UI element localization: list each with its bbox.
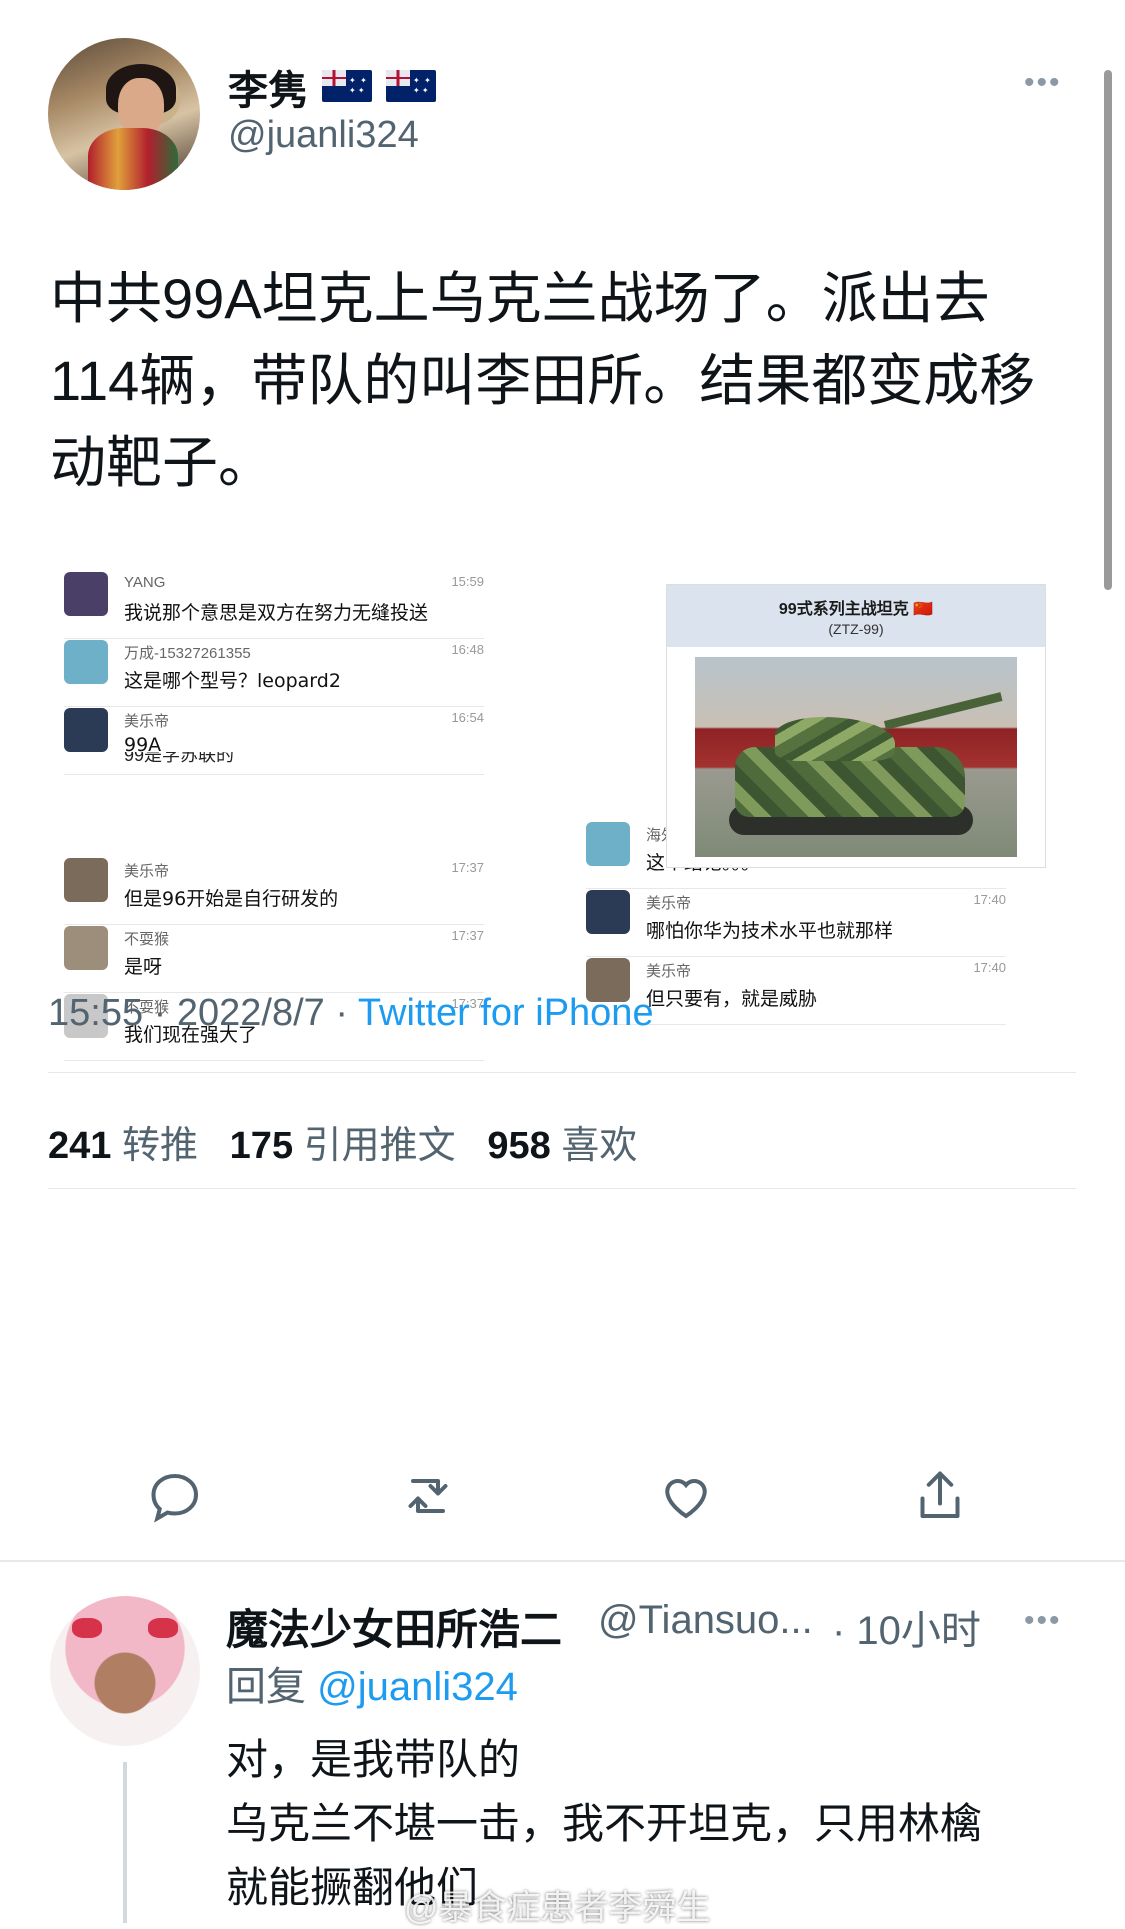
australia-flag-icon	[386, 70, 436, 102]
chat-message-text: 这是哪个型号？leopard2	[124, 670, 341, 692]
chat-avatar-icon	[586, 890, 630, 934]
reply-prefix: 回复	[226, 1665, 306, 1709]
chat-avatar-icon	[64, 640, 108, 684]
chat-avatar-icon	[64, 708, 108, 752]
chat-avatar-icon	[64, 926, 108, 970]
thread-line	[123, 1762, 127, 1923]
avatar-bow	[148, 1618, 178, 1638]
chat-sender-name: 不耍猴	[124, 931, 170, 948]
reply-author-name[interactable]: 魔法少女田所浩二	[226, 1596, 562, 1657]
like-icon[interactable]	[656, 1466, 716, 1526]
engagement-stats: 241 转推 175 引用推文 958 喜欢	[48, 1114, 637, 1169]
tank-photo	[695, 657, 1017, 857]
chat-message-time: 17:37	[451, 928, 484, 943]
tweet-source-link[interactable]: Twitter for iPhone	[358, 992, 654, 1034]
divider	[48, 1188, 1076, 1189]
chat-message-text: 哪怕你华为技术水平也就那样	[646, 920, 894, 942]
section-separator	[0, 1560, 1125, 1562]
likes-label: 喜欢	[561, 1125, 638, 1167]
chat-sender-name: YANG	[124, 574, 166, 591]
more-options-icon[interactable]: •••	[1024, 66, 1062, 100]
tweet-text: 中共99A坦克上乌克兰战场了。派出去114辆，带队的叫李田所。结果都变成移动靶子…	[50, 267, 1036, 494]
tank-card-title: 99式系列主战坦克 🇨🇳	[778, 601, 934, 618]
reply-line: 对，是我带队的	[226, 1736, 521, 1783]
tweet-time: 15:55	[48, 992, 144, 1034]
chat-avatar-icon	[64, 858, 108, 902]
chat-message-text: 我说那个意思是双方在努力无缝投送	[124, 602, 429, 624]
chat-message-time: 15:59	[451, 574, 484, 589]
chat-sender-name: 美乐帝	[646, 895, 692, 912]
meta-separator: ·	[153, 992, 177, 1034]
tank-card-subtitle: (ZTZ-99)	[828, 621, 884, 637]
reply-author-handle[interactable]: @Tiansuo...	[598, 1598, 813, 1643]
quotes-label: 引用推文	[303, 1125, 456, 1167]
chat-message-text: 是呀	[124, 956, 163, 978]
likes-stat[interactable]: 958 喜欢	[487, 1125, 637, 1167]
chat-sender-name: 美乐帝	[124, 863, 170, 880]
chat-message-text: 但是96开始是自行研发的	[124, 888, 339, 910]
retweet-icon[interactable]	[398, 1466, 458, 1526]
chat-message-time: 17:37	[451, 860, 484, 875]
chat-message-time: 16:48	[451, 642, 484, 657]
chat-partial-message: 99是学苏联的	[124, 752, 235, 764]
avatar-scarf	[88, 128, 178, 190]
retweets-label: 转推	[121, 1125, 198, 1167]
tank-info-card: 99式系列主战坦克 🇨🇳 (ZTZ-99)	[666, 584, 1046, 868]
chat-avatar-icon	[64, 572, 108, 616]
replying-to: 回复 @juanli324	[226, 1654, 518, 1712]
reply-author-avatar[interactable]	[50, 1596, 200, 1746]
chat-sender-name: 万成-15327261355	[124, 645, 251, 662]
avatar-bow	[72, 1618, 102, 1638]
reply-more-options-icon[interactable]: •••	[1024, 1604, 1062, 1638]
tank-gun	[883, 692, 1003, 730]
author-avatar[interactable]	[48, 38, 200, 190]
chat-message-time: 17:40	[973, 960, 1006, 975]
reply-time: · 10小时	[832, 1609, 981, 1653]
quotes-stat[interactable]: 175 引用推文	[230, 1125, 456, 1167]
author-handle[interactable]: @juanli324	[228, 114, 419, 157]
tweet-media-image[interactable]: YANG 15:59 我说那个意思是双方在努力无缝投送万成-15327261355 1…	[46, 556, 1066, 1156]
likes-count: 958	[487, 1125, 551, 1167]
reply-to-handle-link[interactable]: @juanli324	[317, 1665, 518, 1709]
chat-sender-name: 美乐帝	[646, 963, 692, 980]
retweets-stat[interactable]: 241 转推	[48, 1125, 198, 1167]
tank-turret	[775, 717, 895, 761]
tweet-date: 2022/8/7	[176, 992, 325, 1034]
retweets-count: 241	[48, 1125, 112, 1167]
quotes-count: 175	[229, 1125, 294, 1167]
meta-separator: ·	[335, 992, 358, 1034]
chat-sender-name: 美乐帝	[124, 713, 170, 730]
tank-card-header: 99式系列主战坦克 🇨🇳 (ZTZ-99)	[667, 585, 1045, 647]
tweet-timestamp-line: 15:55 · 2022/8/7 · Twitter for iPhone	[48, 992, 654, 1035]
reply-icon[interactable]	[146, 1466, 206, 1526]
author-display-name[interactable]: 李隽	[228, 58, 308, 116]
chat-message-time: 17:40	[973, 892, 1006, 907]
chat-message-time: 16:54	[451, 710, 484, 725]
reply-line: 乌克兰不堪一击，我不开坦克，只用林檎	[226, 1800, 983, 1847]
chat-avatar-icon	[586, 822, 630, 866]
scrollbar[interactable]	[1104, 70, 1112, 590]
australia-flag-icon	[322, 70, 372, 102]
chat-message-text: 但只要有，就是威胁	[646, 988, 818, 1010]
watermark: @暴食症患者李舜生	[404, 1889, 711, 1927]
share-icon[interactable]	[910, 1466, 970, 1526]
divider	[48, 1072, 1076, 1073]
